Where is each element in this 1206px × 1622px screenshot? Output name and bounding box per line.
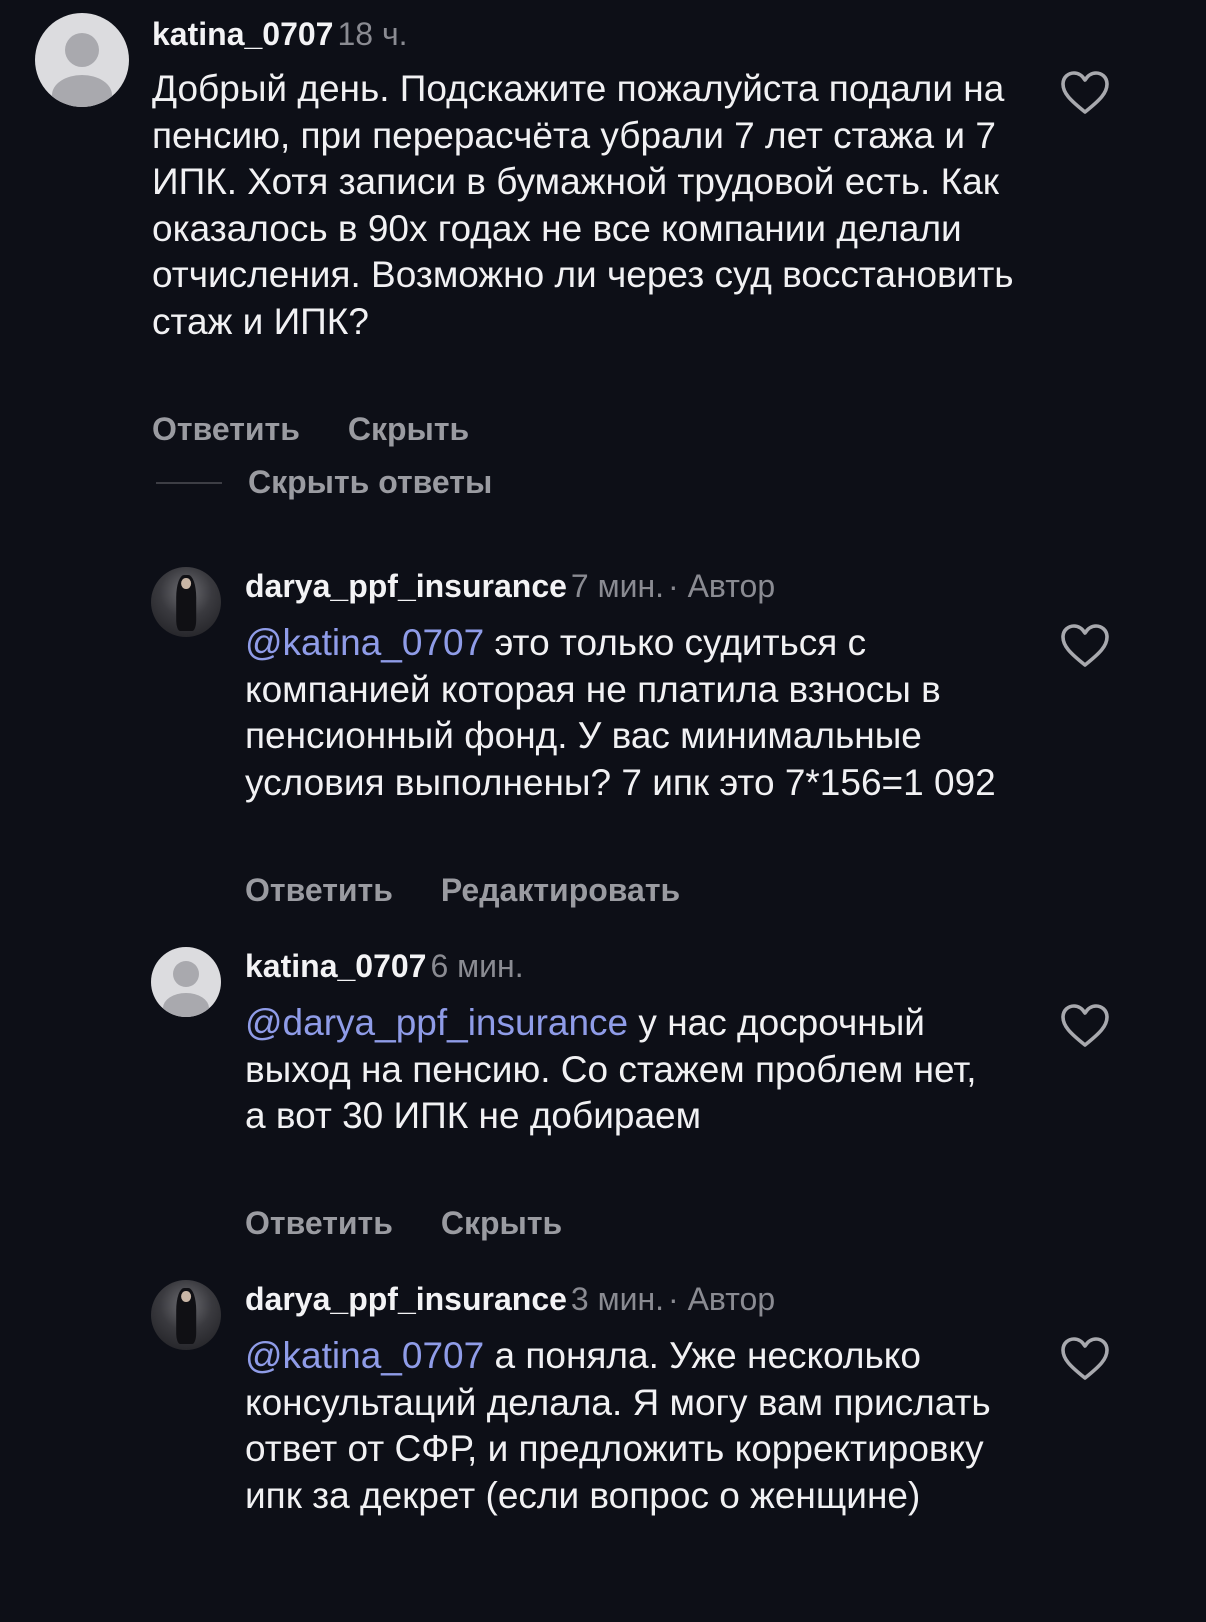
mention-link[interactable]: @katina_0707 [245,622,484,663]
username[interactable]: katina_0707 [245,948,426,984]
comment-1: katina_0707 18 ч. Добрый день. Подскажите… [0,0,1206,520]
author-badge: · Автор [668,1281,776,1317]
comment-actions: Ответить Редактировать [245,872,680,909]
like-button[interactable] [1060,623,1110,669]
like-button[interactable] [1060,1336,1110,1382]
comment-header: katina_0707 18 ч. [152,16,408,53]
user-silhouette-icon [173,961,199,987]
timestamp: 3 мин. [570,1281,665,1317]
like-button[interactable] [1060,70,1110,116]
edit-button[interactable]: Редактировать [441,872,680,909]
comment-text: @darya_ppf_insurance у нас досрочный вых… [245,1000,1005,1140]
avatar[interactable] [151,1280,221,1350]
avatar[interactable] [151,567,221,637]
reply-button[interactable]: Ответить [152,411,300,448]
username[interactable]: katina_0707 [152,16,333,52]
reply-button[interactable]: Ответить [245,1205,393,1242]
user-silhouette-body [163,993,209,1017]
hide-button[interactable]: Скрыть [348,411,469,448]
divider [156,482,222,484]
username[interactable]: darya_ppf_insurance [245,1281,567,1317]
hide-replies-label: Скрыть ответы [248,464,493,500]
avatar-photo-face [181,578,191,590]
comment-header: katina_0707 6 мин. [245,948,524,985]
timestamp: 6 мин. [430,948,524,984]
hide-button[interactable]: Скрыть [441,1205,562,1242]
comment-text: @katina_0707 это только судиться с компа… [245,620,1005,806]
heart-outline-icon [1061,1004,1109,1047]
mention-link[interactable]: @darya_ppf_insurance [245,1002,628,1043]
username[interactable]: darya_ppf_insurance [245,568,567,604]
comment-actions: Ответить Скрыть [152,411,469,448]
avatar-photo-face [181,1291,191,1303]
comment-header: darya_ppf_insurance 7 мин. · Автор [245,568,775,605]
avatar[interactable] [35,13,129,107]
comment-text: @katina_0707 а поняла. Уже несколько кон… [245,1333,1015,1519]
user-silhouette-body [52,75,112,107]
heart-outline-icon [1061,1337,1109,1380]
avatar[interactable] [151,947,221,1017]
author-badge: · Автор [668,568,776,604]
user-silhouette-icon [65,33,99,67]
like-button[interactable] [1060,1003,1110,1049]
comment-text: Добрый день. Подскажите пожалуйста подал… [152,66,1032,345]
heart-outline-icon [1061,71,1109,114]
reply-1: darya_ppf_insurance 7 мин. · Автор @katina… [0,560,1206,920]
mention-link[interactable]: @katina_0707 [245,1335,484,1376]
timestamp: 7 мин. [570,568,665,604]
reply-2: katina_0707 6 мин. @darya_ppf_insurance у… [0,940,1206,1242]
reply-button[interactable]: Ответить [245,872,393,909]
reply-3: darya_ppf_insurance 3 мин. · Автор @katina… [0,1273,1206,1622]
timestamp: 18 ч. [337,16,408,52]
comment-header: darya_ppf_insurance 3 мин. · Автор [245,1281,775,1318]
comment-actions: Ответить Скрыть [245,1205,562,1242]
heart-outline-icon [1061,624,1109,667]
comment-body: Добрый день. Подскажите пожалуйста подал… [152,68,1014,342]
